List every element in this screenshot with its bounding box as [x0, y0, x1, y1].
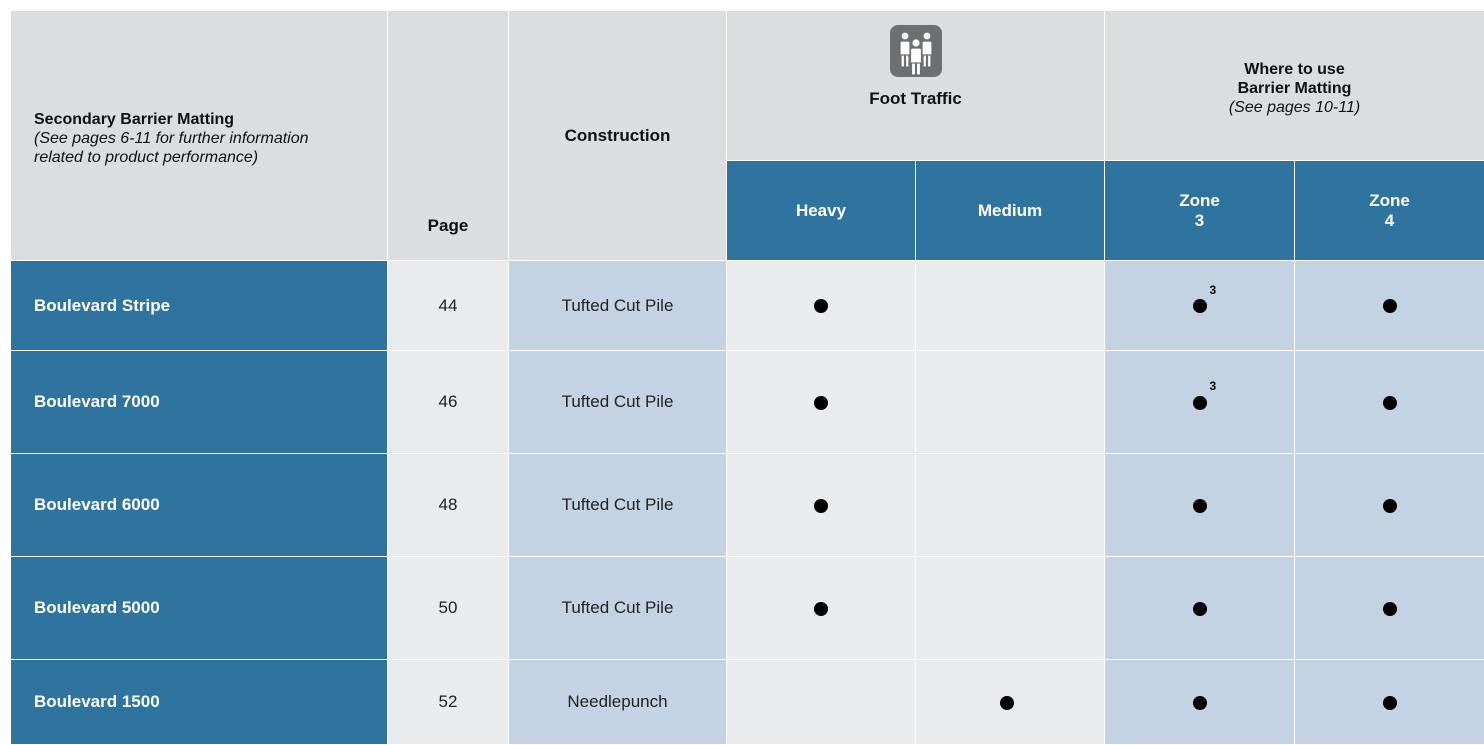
zone4-cell — [1295, 351, 1484, 454]
heavy-dot — [814, 299, 828, 313]
zone4-label: Zone — [1369, 191, 1410, 210]
foot-traffic-label: Foot Traffic — [727, 89, 1104, 109]
heavy-cell — [727, 261, 916, 351]
page-number: 46 — [388, 351, 509, 454]
zone4-cell — [1295, 557, 1484, 660]
table-subtitle: (See pages 6-11 for further information … — [34, 129, 324, 167]
heavy-dot — [814, 396, 828, 410]
header-title-cell: Secondary Barrier Matting (See pages 6-1… — [11, 11, 388, 261]
medium-dot — [1000, 696, 1014, 710]
zone3-dot — [1193, 299, 1207, 313]
zone3-number: 3 — [1195, 211, 1204, 230]
where-line-1: Where to use — [1105, 60, 1484, 79]
zone3-dot — [1193, 696, 1207, 710]
zone4-dot — [1383, 696, 1397, 710]
zone3-cell: 3 — [1105, 261, 1295, 351]
heavy-cell — [727, 351, 916, 454]
medium-cell — [916, 660, 1105, 745]
construction-column-header: Construction — [509, 11, 727, 261]
zone3-cell: 3 — [1105, 351, 1295, 454]
page-column-header: Page — [388, 11, 509, 261]
where-line-3: (See pages 10-11) — [1105, 98, 1484, 117]
product-name: Boulevard 5000 — [11, 557, 388, 660]
heavy-cell — [727, 557, 916, 660]
zone4-number: 4 — [1385, 211, 1394, 230]
zone4-dot — [1383, 396, 1397, 410]
construction-cell: Needlepunch — [509, 660, 727, 745]
page-number: 50 — [388, 557, 509, 660]
where-line-2: Barrier Matting — [1105, 79, 1484, 98]
construction-cell: Tufted Cut Pile — [509, 351, 727, 454]
footnote-marker: 3 — [1210, 283, 1217, 297]
product-name: Boulevard 6000 — [11, 454, 388, 557]
heavy-cell — [727, 660, 916, 745]
product-name: Boulevard Stripe — [11, 261, 388, 351]
foot-traffic-header: Foot Traffic — [727, 11, 1105, 161]
zone4-cell — [1295, 261, 1484, 351]
medium-cell — [916, 557, 1105, 660]
medium-cell — [916, 261, 1105, 351]
table-row: Boulevard 6000 48 Tufted Cut Pile — [11, 454, 1484, 557]
product-name: Boulevard 7000 — [11, 351, 388, 454]
construction-cell: Tufted Cut Pile — [509, 557, 727, 660]
zone3-cell — [1105, 454, 1295, 557]
table-row: Boulevard Stripe 44 Tufted Cut Pile 3 — [11, 261, 1484, 351]
zone3-dot — [1193, 396, 1207, 410]
footnote-marker: 3 — [1210, 379, 1217, 393]
zone4-dot — [1383, 602, 1397, 616]
heavy-column-header: Heavy — [727, 161, 916, 261]
zone3-dot — [1193, 499, 1207, 513]
zone3-label: Zone — [1179, 191, 1220, 210]
page-number: 48 — [388, 454, 509, 557]
heavy-dot — [814, 602, 828, 616]
zone4-cell — [1295, 454, 1484, 557]
zone4-dot — [1383, 499, 1397, 513]
table-row: Boulevard 1500 52 Needlepunch — [11, 660, 1484, 745]
page-number: 44 — [388, 261, 509, 351]
zone4-dot — [1383, 299, 1397, 313]
zone4-cell — [1295, 660, 1484, 745]
zone3-cell — [1105, 557, 1295, 660]
zone3-cell — [1105, 660, 1295, 745]
medium-cell — [916, 351, 1105, 454]
zone3-column-header: Zone 3 — [1105, 161, 1295, 261]
heavy-dot — [814, 499, 828, 513]
construction-cell: Tufted Cut Pile — [509, 261, 727, 351]
table-title: Secondary Barrier Matting — [34, 110, 387, 129]
heavy-cell — [727, 454, 916, 557]
medium-column-header: Medium — [916, 161, 1105, 261]
page-number: 52 — [388, 660, 509, 745]
table-row: Boulevard 7000 46 Tufted Cut Pile 3 — [11, 351, 1484, 454]
zone4-column-header: Zone 4 — [1295, 161, 1484, 261]
where-to-use-header: Where to use Barrier Matting (See pages … — [1105, 11, 1484, 161]
medium-cell — [916, 454, 1105, 557]
construction-cell: Tufted Cut Pile — [509, 454, 727, 557]
product-name: Boulevard 1500 — [11, 660, 388, 745]
zone3-dot — [1193, 602, 1207, 616]
barrier-matting-table: Secondary Barrier Matting (See pages 6-1… — [10, 10, 1484, 745]
table-row: Boulevard 5000 50 Tufted Cut Pile — [11, 557, 1484, 660]
people-group-icon — [890, 25, 942, 77]
